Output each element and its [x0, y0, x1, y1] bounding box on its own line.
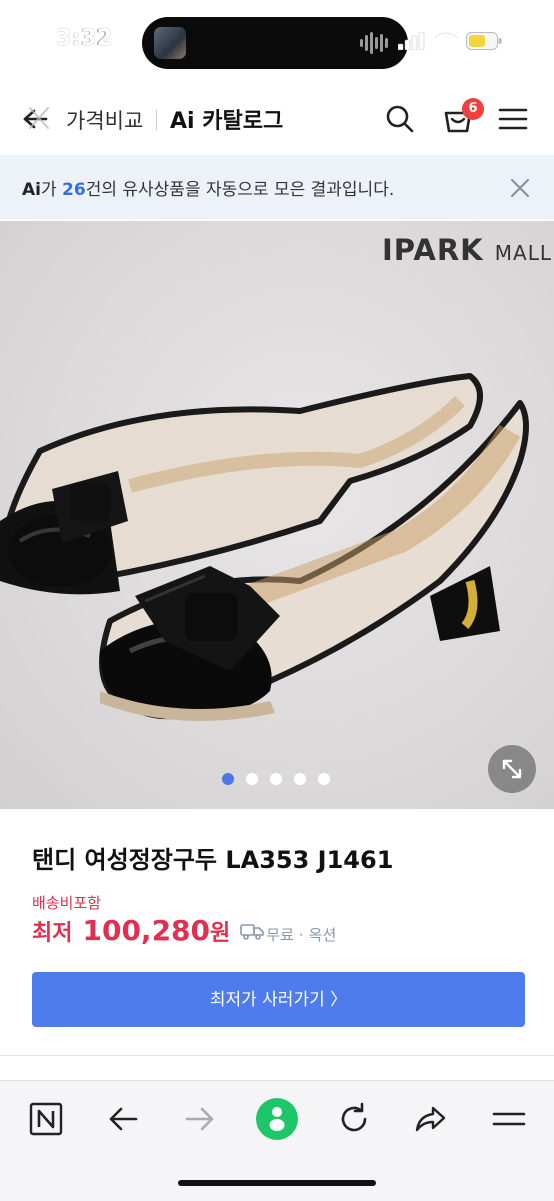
ai-banner-text: Ai가 26건의 유사상품을 자동으로 모은 결과입니다.	[22, 175, 394, 200]
header-divider	[156, 110, 157, 130]
cellular-signal-icon	[398, 32, 425, 50]
home-indicator	[178, 1180, 376, 1186]
brand-logo-text: IPARK	[382, 233, 484, 267]
cart-badge: 6	[462, 98, 484, 120]
carousel-dot[interactable]	[294, 773, 306, 785]
delivery-separator: ·	[298, 926, 304, 944]
price-compare-link[interactable]: 가격비교	[66, 105, 143, 135]
carousel-indicator	[222, 773, 330, 785]
close-icon[interactable]	[508, 176, 532, 200]
product-image[interactable]: IPARK MALL	[0, 221, 554, 809]
wifi-icon	[432, 31, 460, 49]
price-unit: 원	[210, 921, 231, 946]
carousel-dot[interactable]	[222, 773, 234, 785]
ai-banner-text-a: 가	[40, 180, 63, 200]
delivery-free-label: 무료	[266, 926, 294, 944]
expand-icon[interactable]	[488, 745, 536, 793]
reload-icon[interactable]	[334, 1099, 374, 1139]
audio-wave-icon	[360, 31, 390, 55]
app-header: 가격비교 Ai 카탈로그 6	[0, 88, 554, 150]
section-divider	[0, 1055, 554, 1056]
dynamic-island	[142, 17, 408, 69]
delivery-truck-icon	[240, 924, 265, 940]
carousel-dot[interactable]	[270, 773, 282, 785]
ai-catalog-title: Ai 카탈로그	[170, 109, 284, 134]
lowest-price-label: 최저	[32, 921, 73, 946]
naver-n-icon[interactable]	[26, 1099, 66, 1139]
status-bar: 3:32 3:32	[0, 0, 554, 80]
brand-logo-suffix: MALL	[494, 241, 552, 265]
similar-item-count: 26	[62, 180, 86, 200]
back-close-button[interactable]	[16, 102, 50, 136]
status-time: 3:32	[56, 26, 113, 51]
battery-icon	[466, 32, 502, 50]
buy-lowest-price-button[interactable]: 최저가 사러가기 〉	[32, 972, 525, 1027]
forward-arrow-icon[interactable]	[180, 1099, 220, 1139]
shipping-included-label: 배송비포함	[32, 894, 102, 912]
back-arrow-icon[interactable]	[103, 1099, 143, 1139]
product-title: 탠디 여성정장구두 LA353 J1461	[32, 846, 394, 874]
carousel-dot[interactable]	[246, 773, 258, 785]
ai-banner-text-b: 건의 유사상품을 자동으로 모은 결과입니다.	[85, 180, 395, 200]
price-row: 최저 100,280 원 무료 · 옥션	[32, 914, 336, 950]
share-icon[interactable]	[411, 1099, 451, 1139]
ai-result-banner: Ai가 26건의 유사상품을 자동으로 모은 결과입니다.	[0, 155, 554, 219]
search-icon[interactable]	[384, 103, 416, 135]
green-dot-icon[interactable]	[255, 1097, 299, 1141]
ai-prefix: Ai	[22, 180, 41, 200]
shoe-photo	[0, 373, 529, 721]
price-value: 100,280	[82, 914, 211, 947]
menu-icon[interactable]	[489, 1099, 529, 1139]
brand-logo: IPARK MALL	[382, 233, 552, 267]
seller-name: 옥션	[308, 926, 337, 944]
now-playing-thumbnail	[154, 27, 186, 59]
carousel-dot[interactable]	[318, 773, 330, 785]
hamburger-menu-icon[interactable]	[498, 106, 528, 132]
